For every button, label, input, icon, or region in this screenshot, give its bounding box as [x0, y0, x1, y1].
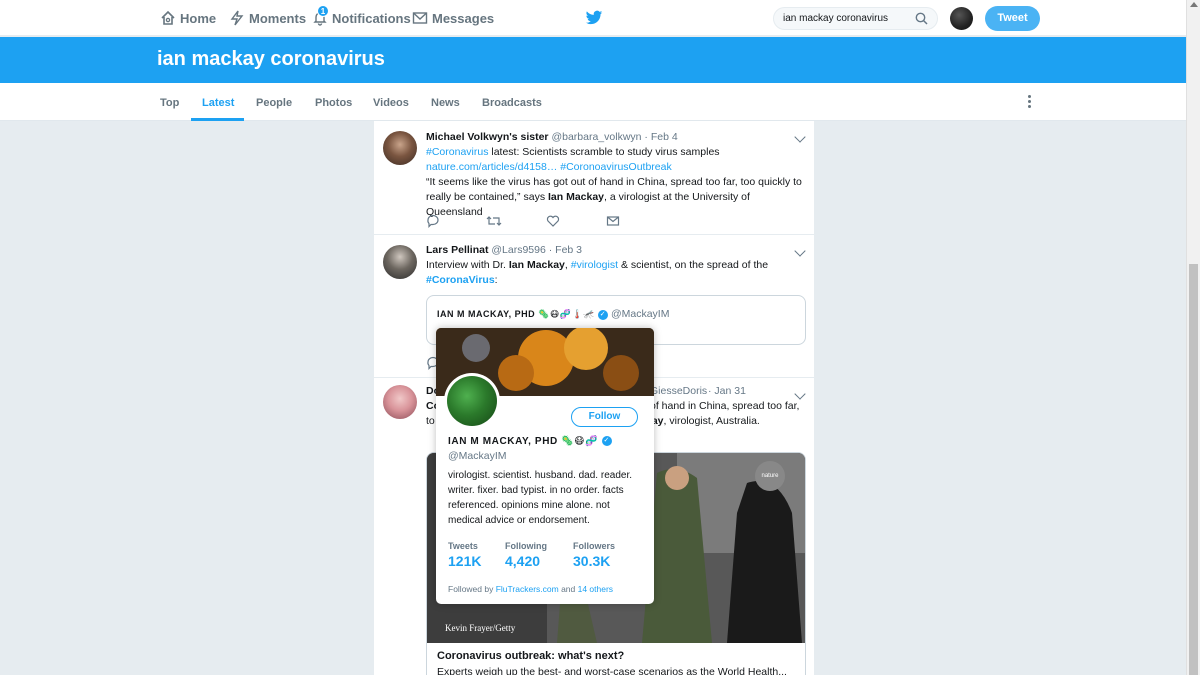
followed-by: Followed by FluTrackers.com and 14 other…	[448, 584, 614, 594]
tweet-date[interactable]: · Feb 3	[549, 244, 582, 256]
stat-following-value: 4,420	[505, 553, 541, 569]
active-tab-indicator	[191, 118, 244, 121]
hashtag[interactable]: #CoronaVirus	[426, 274, 495, 286]
tweet-text-bold: Ian Mackay	[547, 191, 605, 203]
nav-notifications[interactable]: 1 Notifications	[312, 5, 411, 26]
nav-moments-label: Moments	[249, 10, 307, 26]
top-nav: Home Moments 1 Notifications Messages ia…	[0, 0, 1186, 36]
tweet-text-bold: Ian Mackay	[508, 259, 565, 271]
tweet-text-part: to	[426, 415, 435, 427]
tweet-author-handle[interactable]: @barbara_volkwyn	[551, 131, 641, 143]
nav-messages-label: Messages	[432, 10, 495, 26]
tab-videos[interactable]: Videos	[373, 97, 409, 109]
stat-followers-label: Followers	[573, 541, 616, 551]
tweet-author-handle[interactable]: @Lars9596	[491, 244, 545, 256]
verified-badge-icon: ✓	[601, 436, 612, 447]
tweet-content: Lars Pellinat @Lars9596 · Feb 3 Intervie…	[426, 243, 806, 288]
tweet-text: #Coronavirus latest: Scientists scramble…	[426, 145, 806, 220]
tweet-content: Michael Volkwyn's sister @barbara_volkwy…	[426, 130, 806, 220]
profile-handle[interactable]: @MackayIM	[448, 450, 507, 462]
profile-hover-card[interactable]: Follow IAN M MACKAY, PHD 🦠😷🧬 ✓ @MackayIM…	[436, 328, 654, 604]
image-credit: Kevin Frayer/Getty	[445, 623, 516, 633]
nav-home[interactable]: Home	[160, 10, 216, 26]
tweet-avatar[interactable]	[383, 131, 417, 165]
stat-tweets[interactable]: Tweets 121K	[448, 541, 481, 569]
profile-name-text: IAN M MACKAY, PHD	[448, 436, 558, 447]
search-banner: ian mackay coronavirus	[0, 37, 1186, 83]
link-card-title: Coronavirus outbreak: what's next?	[437, 650, 625, 662]
twitter-bird-icon[interactable]	[585, 10, 603, 26]
tweet-date[interactable]: · Feb 4	[644, 131, 677, 143]
nav-home-label: Home	[180, 10, 217, 26]
notification-badge: 1	[317, 5, 329, 17]
bell-icon: 1	[312, 5, 329, 26]
tab-news[interactable]: News	[431, 97, 460, 109]
retweet-icon[interactable]	[486, 214, 546, 228]
tweet-text-part: , virologist, Australia.	[663, 415, 760, 427]
quoted-author-emoji: 🦠😷🧬🌡️🦟	[538, 309, 595, 319]
tweet-actions	[426, 214, 666, 228]
stat-following[interactable]: Following 4,420	[505, 541, 547, 569]
tweet-link[interactable]: nature.com/articles/d4158…	[426, 161, 557, 173]
followed-by-link[interactable]: FluTrackers.com	[496, 584, 559, 594]
tab-top[interactable]: Top	[160, 97, 179, 109]
tweet-text-part: & scientist, on the spread of the	[618, 259, 769, 271]
search-value: ian mackay coronavirus	[783, 13, 889, 24]
tab-photos[interactable]: Photos	[315, 97, 352, 109]
search-tabs: Top Latest People Photos Videos News Bro…	[0, 83, 1186, 121]
profile-avatar[interactable]	[444, 373, 500, 429]
hashtag[interactable]: #Coronavirus	[426, 146, 488, 158]
nav-messages[interactable]: Messages	[412, 10, 494, 26]
follow-button[interactable]: Follow	[571, 407, 638, 427]
tweet-button[interactable]: Tweet	[985, 6, 1040, 31]
tweet-avatar[interactable]	[383, 385, 417, 419]
reply-icon[interactable]	[426, 214, 486, 228]
hashtag[interactable]: #CoronoavirusOutbreak	[557, 161, 672, 173]
tweet-author-handle[interactable]: GiesseDoris	[650, 384, 707, 399]
quoted-author-handle: @MackayIM	[610, 308, 670, 320]
tweet-text-part: of hand in China, spread too far,	[650, 400, 800, 412]
tab-people[interactable]: People	[256, 97, 292, 109]
scrollbar-thumb[interactable]	[1189, 264, 1198, 675]
profile-bio: virologist. scientist. husband. dad. rea…	[448, 470, 632, 526]
tweet-text-part: Interview with Dr.	[426, 259, 509, 271]
direct-message-icon[interactable]	[606, 214, 666, 228]
search-icon[interactable]	[915, 12, 928, 25]
search-title: ian mackay coronavirus	[157, 48, 385, 70]
search-input[interactable]: ian mackay coronavirus	[773, 7, 938, 30]
like-icon[interactable]	[546, 214, 606, 228]
lightning-icon	[229, 10, 245, 26]
tweet-date[interactable]: · Jan 31	[708, 384, 746, 399]
user-avatar[interactable]	[950, 7, 973, 30]
stat-following-label: Following	[505, 541, 547, 551]
tweet-text-part: latest: Scientists scramble to study vir…	[488, 146, 720, 158]
stat-tweets-value: 121K	[448, 553, 482, 569]
quoted-author-name: IAN M MACKAY, PHD	[437, 309, 536, 319]
tweet-author-name[interactable]: Lars Pellinat	[426, 244, 488, 256]
profile-name[interactable]: IAN M MACKAY, PHD 🦠😷🧬 ✓	[448, 436, 612, 447]
nav-notifications-label: Notifications	[332, 10, 411, 26]
followed-by-others-link[interactable]: 14 others	[578, 584, 613, 594]
nav-moments[interactable]: Moments	[229, 10, 306, 26]
tweet-text-part: :	[494, 274, 498, 286]
stat-followers[interactable]: Followers 30.3K	[573, 541, 615, 569]
home-icon	[160, 10, 176, 26]
tweet-avatar[interactable]	[383, 245, 417, 279]
nature-logo: nature	[755, 461, 785, 491]
scrollbar[interactable]	[1186, 0, 1200, 675]
verified-badge-icon: ✓	[597, 309, 608, 320]
envelope-icon	[412, 10, 428, 26]
hashtag[interactable]: #virologist	[571, 259, 618, 271]
scroll-up-icon[interactable]	[1190, 2, 1198, 7]
stat-tweets-label: Tweets	[448, 541, 478, 551]
link-card-description: Experts weigh up the best- and worst-cas…	[437, 666, 787, 675]
tweet[interactable]: Michael Volkwyn's sister @barbara_volkwy…	[374, 121, 814, 235]
stat-followers-value: 30.3K	[573, 553, 611, 569]
more-options-icon[interactable]	[1028, 95, 1032, 109]
profile-name-emoji: 🦠😷🧬	[561, 436, 599, 447]
tab-broadcasts[interactable]: Broadcasts	[482, 97, 542, 109]
tab-latest[interactable]: Latest	[202, 97, 234, 109]
tweet-author-name[interactable]: Michael Volkwyn's sister	[426, 131, 549, 143]
tweet-text: Interview with Dr. Ian Mackay, #virologi…	[426, 258, 806, 288]
